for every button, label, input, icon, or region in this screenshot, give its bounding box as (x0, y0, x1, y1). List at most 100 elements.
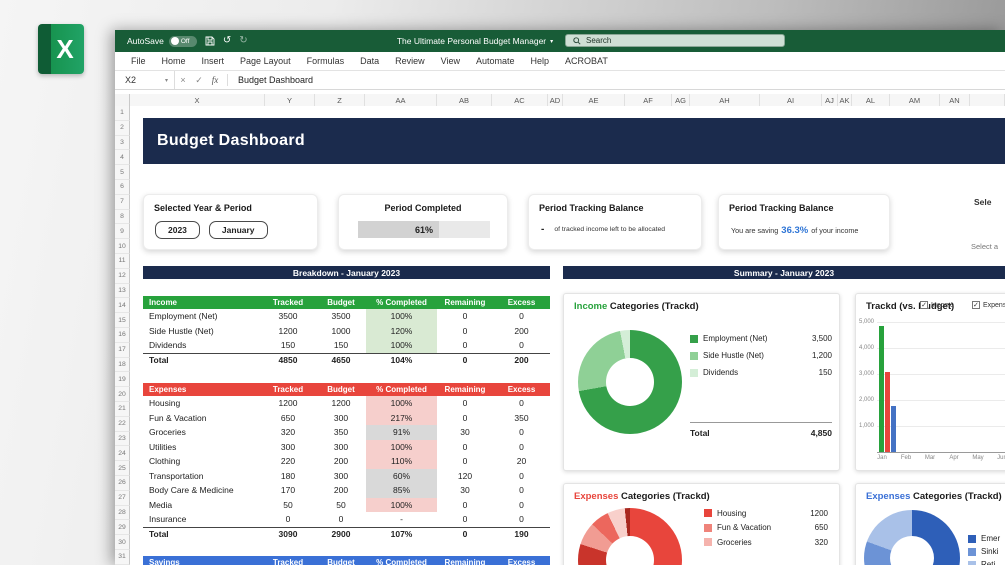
menu-tab-data[interactable]: Data (352, 52, 387, 70)
cell[interactable]: Savings (143, 556, 260, 565)
row-header-30[interactable]: 30 (115, 535, 130, 550)
cell[interactable]: 0 (493, 498, 550, 513)
row-header-23[interactable]: 23 (115, 431, 130, 447)
cell[interactable]: 200 (493, 354, 550, 368)
cell[interactable]: 91% (366, 425, 437, 440)
cell[interactable]: - (366, 512, 437, 527)
row-header-25[interactable]: 25 (115, 461, 130, 476)
cell[interactable]: 0 (493, 469, 550, 484)
cell[interactable]: 180 (260, 469, 316, 484)
month-button[interactable]: January (208, 221, 268, 239)
cell[interactable]: 1000 (316, 324, 366, 339)
cell[interactable]: 2900 (316, 528, 366, 542)
cell[interactable]: Budget (316, 296, 366, 309)
cell[interactable]: 110% (366, 454, 437, 469)
cell[interactable]: Fun & Vacation (143, 411, 260, 426)
cell[interactable]: 0 (437, 324, 493, 339)
cell[interactable]: 0 (437, 396, 493, 411)
cell[interactable]: Side Hustle (Net) (143, 324, 260, 339)
row-header-28[interactable]: 28 (115, 505, 130, 521)
cell[interactable]: Budget (316, 383, 366, 396)
cell[interactable]: % Completed (366, 383, 437, 396)
row-header-3[interactable]: 3 (115, 135, 130, 151)
cell[interactable]: 100% (366, 497, 437, 512)
menu-tab-help[interactable]: Help (523, 52, 558, 70)
cell[interactable]: Groceries (143, 425, 260, 440)
row-header-13[interactable]: 13 (115, 283, 130, 299)
cell[interactable]: 217% (366, 410, 437, 425)
row-header-19[interactable]: 19 (115, 372, 130, 388)
cell[interactable]: Housing (143, 396, 260, 411)
cell[interactable]: 0 (437, 309, 493, 324)
cell[interactable]: 0 (316, 512, 366, 527)
excel-app-icon[interactable]: X (38, 24, 84, 74)
row-header-2[interactable]: 2 (115, 120, 130, 136)
row-header-11[interactable]: 11 (115, 253, 130, 269)
cell[interactable]: 190 (493, 528, 550, 542)
cell[interactable]: Excess (493, 383, 550, 396)
undo-icon[interactable]: ↺ (223, 36, 231, 46)
cell[interactable]: 0 (437, 411, 493, 426)
cell[interactable]: Tracked (260, 556, 316, 565)
row-header-31[interactable]: 31 (115, 549, 130, 565)
cell[interactable]: Media (143, 498, 260, 513)
menu-tab-view[interactable]: View (433, 52, 468, 70)
cell[interactable]: % Completed (366, 556, 437, 565)
cell[interactable]: 100% (366, 439, 437, 454)
row-header-15[interactable]: 15 (115, 313, 130, 328)
row-header-14[interactable]: 14 (115, 298, 130, 314)
cell[interactable]: Employment (Net) (143, 309, 260, 324)
insert-function-icon[interactable]: fx (207, 75, 223, 85)
row-header-26[interactable]: 26 (115, 475, 130, 491)
cell[interactable]: Dividends (143, 338, 260, 353)
menu-tab-page-layout[interactable]: Page Layout (232, 52, 299, 70)
cell[interactable]: 300 (316, 411, 366, 426)
cell[interactable]: 0 (437, 338, 493, 353)
menu-tab-file[interactable]: File (123, 52, 154, 70)
row-header-12[interactable]: 12 (115, 268, 130, 284)
cell[interactable]: Remaining (437, 556, 493, 565)
checkbox-income[interactable]: ✓ Income (920, 301, 954, 309)
row-header-7[interactable]: 7 (115, 194, 130, 210)
cell[interactable]: 0 (493, 512, 550, 527)
name-box[interactable]: X2 ▾ (115, 71, 175, 89)
menu-tab-acrobat[interactable]: ACROBAT (557, 52, 616, 70)
cancel-icon[interactable]: × (175, 75, 191, 85)
row-header-10[interactable]: 10 (115, 239, 130, 254)
row-header-17[interactable]: 17 (115, 342, 130, 358)
autosave-toggle[interactable]: Off (168, 35, 197, 47)
cell[interactable]: 300 (316, 469, 366, 484)
cell[interactable]: 3500 (316, 309, 366, 324)
cell[interactable]: 350 (493, 411, 550, 426)
row-header-22[interactable]: 22 (115, 416, 130, 432)
row-header-6[interactable]: 6 (115, 179, 130, 195)
bar-chart[interactable]: 5,000 4,000 3,000 2,000 1,000 Jan Feb Mar Apr May… (856, 294, 1005, 470)
cell[interactable]: 60% (366, 468, 437, 483)
savings-donut-chart[interactable] (864, 510, 960, 565)
cell[interactable]: Utilities (143, 440, 260, 455)
cell[interactable]: 20 (493, 454, 550, 469)
bar-income[interactable] (879, 326, 884, 452)
cell[interactable]: 1200 (316, 396, 366, 411)
cell[interactable]: 30 (437, 425, 493, 440)
cell[interactable]: Total (143, 354, 260, 368)
cell[interactable]: 4850 (260, 354, 316, 368)
cell[interactable]: 0 (493, 440, 550, 455)
cell[interactable]: Excess (493, 296, 550, 309)
cell[interactable]: 650 (260, 411, 316, 426)
cell[interactable]: 0 (437, 454, 493, 469)
cell[interactable]: % Completed (366, 296, 437, 309)
cell[interactable]: Expenses (143, 383, 260, 396)
cell[interactable]: 0 (493, 483, 550, 498)
cell[interactable]: 100% (366, 396, 437, 411)
cell[interactable]: 300 (260, 440, 316, 455)
cell[interactable]: 220 (260, 454, 316, 469)
cell[interactable]: Body Care & Medicine (143, 483, 260, 498)
cell[interactable]: Budget (316, 556, 366, 565)
income-donut-chart[interactable] (578, 330, 682, 434)
row-header-8[interactable]: 8 (115, 209, 130, 225)
cell[interactable]: 320 (260, 425, 316, 440)
row-header-29[interactable]: 29 (115, 520, 130, 536)
row-header-5[interactable]: 5 (115, 165, 130, 180)
cell[interactable]: 0 (437, 354, 493, 368)
